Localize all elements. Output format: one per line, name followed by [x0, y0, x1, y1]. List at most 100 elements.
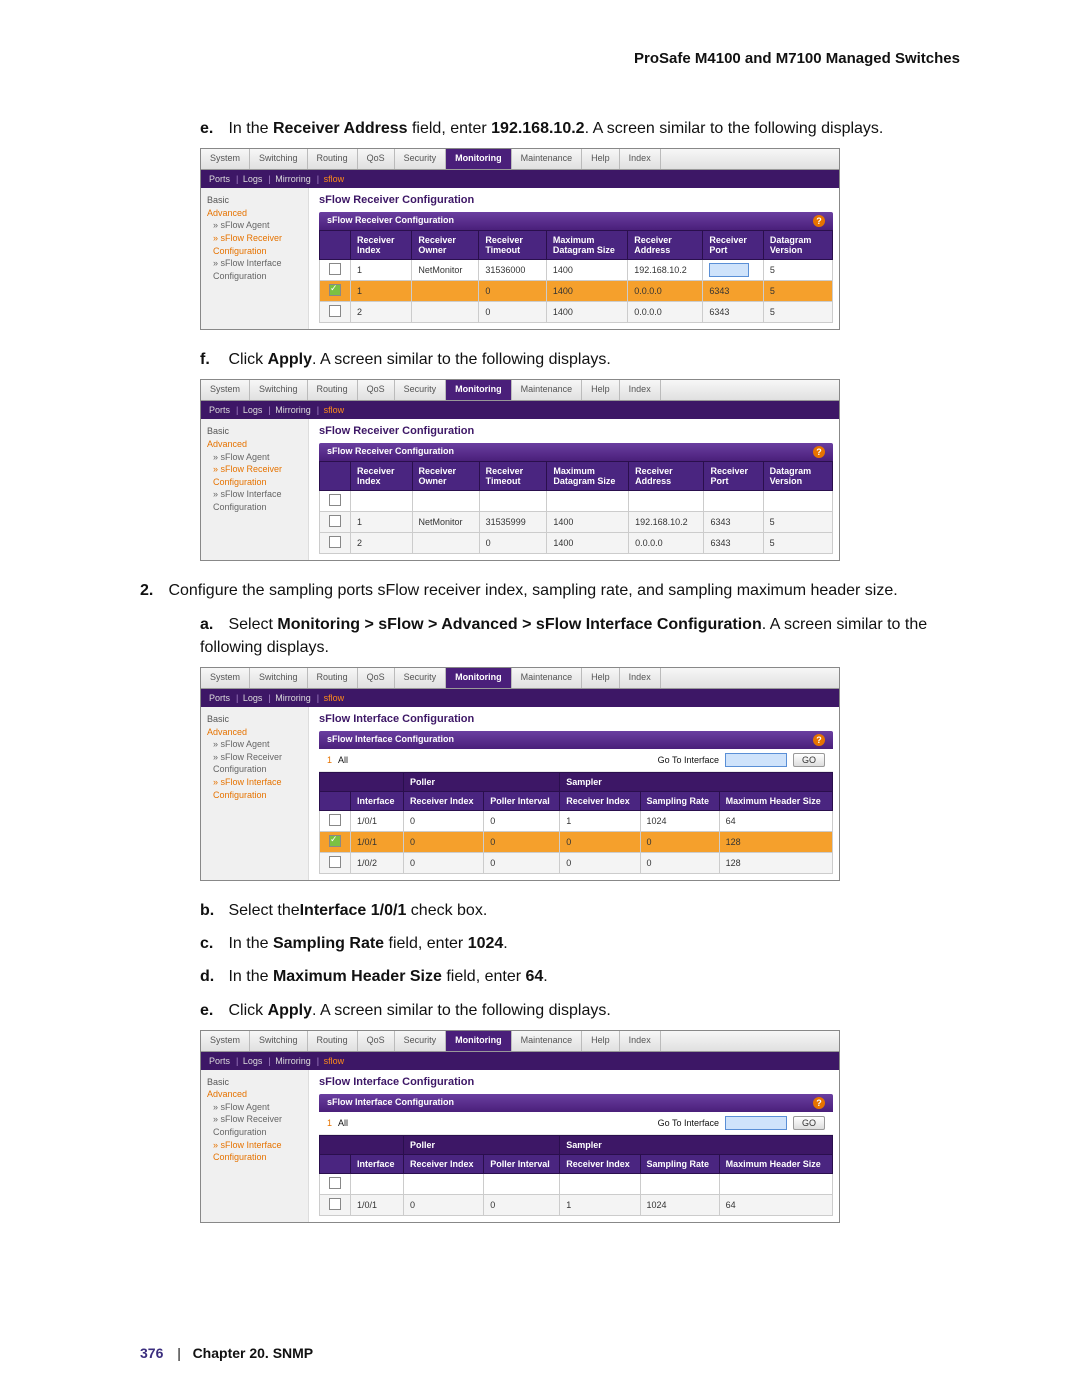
row-checkbox[interactable]: [329, 515, 341, 527]
table-row[interactable]: 1 NetMonitor 31535999 1400 192.168.10.2 …: [320, 512, 833, 533]
tab-qos[interactable]: QoS: [358, 1031, 395, 1051]
row-checkbox[interactable]: [329, 284, 341, 296]
sidebar-sflow-agent[interactable]: » sFlow Agent: [207, 219, 302, 232]
sidebar-basic[interactable]: Basic: [207, 194, 302, 207]
tab-system[interactable]: System: [201, 149, 250, 169]
subnav-mirroring[interactable]: Mirroring: [275, 1056, 311, 1066]
tab-maintenance[interactable]: Maintenance: [512, 380, 583, 400]
tab-monitoring[interactable]: Monitoring: [446, 149, 512, 169]
subnav-mirroring[interactable]: Mirroring: [275, 405, 311, 415]
tab-security[interactable]: Security: [395, 1031, 447, 1051]
sidebar-sflow-receiver-cfg[interactable]: » sFlow Receiver Configuration: [207, 463, 302, 488]
tab-monitoring[interactable]: Monitoring: [446, 668, 512, 688]
tab-help[interactable]: Help: [582, 149, 620, 169]
goto-interface-input[interactable]: [725, 1116, 787, 1130]
sidebar-basic[interactable]: Basic: [207, 425, 302, 438]
tab-index[interactable]: Index: [620, 668, 661, 688]
row-checkbox[interactable]: [329, 835, 341, 847]
subnav-logs[interactable]: Logs: [243, 405, 263, 415]
go-button[interactable]: GO: [793, 753, 825, 767]
subnav-logs[interactable]: Logs: [243, 1056, 263, 1066]
subnav-ports[interactable]: Ports: [209, 693, 230, 703]
tab-routing[interactable]: Routing: [308, 668, 358, 688]
tab-monitoring[interactable]: Monitoring: [446, 1031, 512, 1051]
sidebar-sflow-interface-cfg[interactable]: » sFlow Interface Configuration: [207, 1139, 302, 1164]
filter-all-label[interactable]: All: [338, 755, 348, 765]
subnav-logs[interactable]: Logs: [243, 174, 263, 184]
tab-index[interactable]: Index: [620, 1031, 661, 1051]
row-checkbox[interactable]: [329, 1177, 341, 1189]
sidebar-basic[interactable]: Basic: [207, 713, 302, 726]
tab-maintenance[interactable]: Maintenance: [512, 668, 583, 688]
subnav-sflow[interactable]: sflow: [324, 693, 345, 703]
tab-security[interactable]: Security: [395, 149, 447, 169]
tab-system[interactable]: System: [201, 380, 250, 400]
sidebar-basic[interactable]: Basic: [207, 1076, 302, 1089]
sidebar-sflow-receiver-cfg[interactable]: » sFlow Receiver Configuration: [207, 1113, 302, 1138]
tab-security[interactable]: Security: [395, 380, 447, 400]
help-icon[interactable]: ?: [813, 446, 825, 458]
sidebar-advanced[interactable]: Advanced: [207, 726, 302, 739]
tab-maintenance[interactable]: Maintenance: [512, 1031, 583, 1051]
table-row[interactable]: 1/0/1 0 0 1 1024 64: [320, 810, 833, 831]
table-row[interactable]: 1/0/1 0 0 1 1024 64: [320, 1194, 833, 1215]
row-checkbox[interactable]: [329, 536, 341, 548]
tab-switching[interactable]: Switching: [250, 380, 308, 400]
tab-qos[interactable]: QoS: [358, 149, 395, 169]
goto-interface-input[interactable]: [725, 753, 787, 767]
table-row[interactable]: 2 0 1400 0.0.0.0 6343 5: [320, 533, 833, 554]
filter-all-label[interactable]: All: [338, 1118, 348, 1128]
row-checkbox[interactable]: [329, 856, 341, 868]
tab-routing[interactable]: Routing: [308, 380, 358, 400]
tab-index[interactable]: Index: [620, 149, 661, 169]
row-checkbox[interactable]: [329, 263, 341, 275]
tab-maintenance[interactable]: Maintenance: [512, 149, 583, 169]
subnav-sflow[interactable]: sflow: [324, 1056, 345, 1066]
help-icon[interactable]: ?: [813, 215, 825, 227]
subnav-mirroring[interactable]: Mirroring: [275, 693, 311, 703]
row-checkbox[interactable]: [329, 305, 341, 317]
subnav-ports[interactable]: Ports: [209, 1056, 230, 1066]
row-checkbox[interactable]: [329, 814, 341, 826]
subnav-ports[interactable]: Ports: [209, 174, 230, 184]
table-row[interactable]: 1/0/1 0 0 0 0 128: [320, 831, 833, 852]
receiver-port-input[interactable]: [709, 263, 749, 277]
sidebar-advanced[interactable]: Advanced: [207, 438, 302, 451]
sidebar-sflow-interface-cfg[interactable]: » sFlow Interface Configuration: [207, 257, 302, 282]
subnav-sflow[interactable]: sflow: [324, 405, 345, 415]
sidebar-sflow-interface-cfg[interactable]: » sFlow Interface Configuration: [207, 488, 302, 513]
sidebar-sflow-receiver-cfg[interactable]: » sFlow Receiver Configuration: [207, 232, 302, 257]
tab-switching[interactable]: Switching: [250, 1031, 308, 1051]
row-checkbox[interactable]: [329, 1198, 341, 1210]
row-checkbox[interactable]: [329, 494, 341, 506]
table-row[interactable]: 2 0 1400 0.0.0.0 6343 5: [320, 302, 833, 323]
sidebar-advanced[interactable]: Advanced: [207, 1088, 302, 1101]
table-row[interactable]: 1 0 1400 0.0.0.0 6343 5: [320, 281, 833, 302]
tab-switching[interactable]: Switching: [250, 668, 308, 688]
sidebar-sflow-agent[interactable]: » sFlow Agent: [207, 738, 302, 751]
tab-system[interactable]: System: [201, 668, 250, 688]
tab-monitoring[interactable]: Monitoring: [446, 380, 512, 400]
tab-switching[interactable]: Switching: [250, 149, 308, 169]
tab-help[interactable]: Help: [582, 1031, 620, 1051]
tab-qos[interactable]: QoS: [358, 668, 395, 688]
sidebar-sflow-agent[interactable]: » sFlow Agent: [207, 1101, 302, 1114]
tab-security[interactable]: Security: [395, 668, 447, 688]
tab-index[interactable]: Index: [620, 380, 661, 400]
subnav-logs[interactable]: Logs: [243, 693, 263, 703]
sidebar-advanced[interactable]: Advanced: [207, 207, 302, 220]
tab-system[interactable]: System: [201, 1031, 250, 1051]
sidebar-sflow-agent[interactable]: » sFlow Agent: [207, 451, 302, 464]
help-icon[interactable]: ?: [813, 1097, 825, 1109]
help-icon[interactable]: ?: [813, 734, 825, 746]
sidebar-sflow-receiver-cfg[interactable]: » sFlow Receiver Configuration: [207, 751, 302, 776]
go-button[interactable]: GO: [793, 1116, 825, 1130]
tab-help[interactable]: Help: [582, 668, 620, 688]
subnav-ports[interactable]: Ports: [209, 405, 230, 415]
subnav-sflow[interactable]: sflow: [324, 174, 345, 184]
tab-routing[interactable]: Routing: [308, 149, 358, 169]
sidebar-sflow-interface-cfg[interactable]: » sFlow Interface Configuration: [207, 776, 302, 801]
tab-qos[interactable]: QoS: [358, 380, 395, 400]
tab-help[interactable]: Help: [582, 380, 620, 400]
subnav-mirroring[interactable]: Mirroring: [275, 174, 311, 184]
